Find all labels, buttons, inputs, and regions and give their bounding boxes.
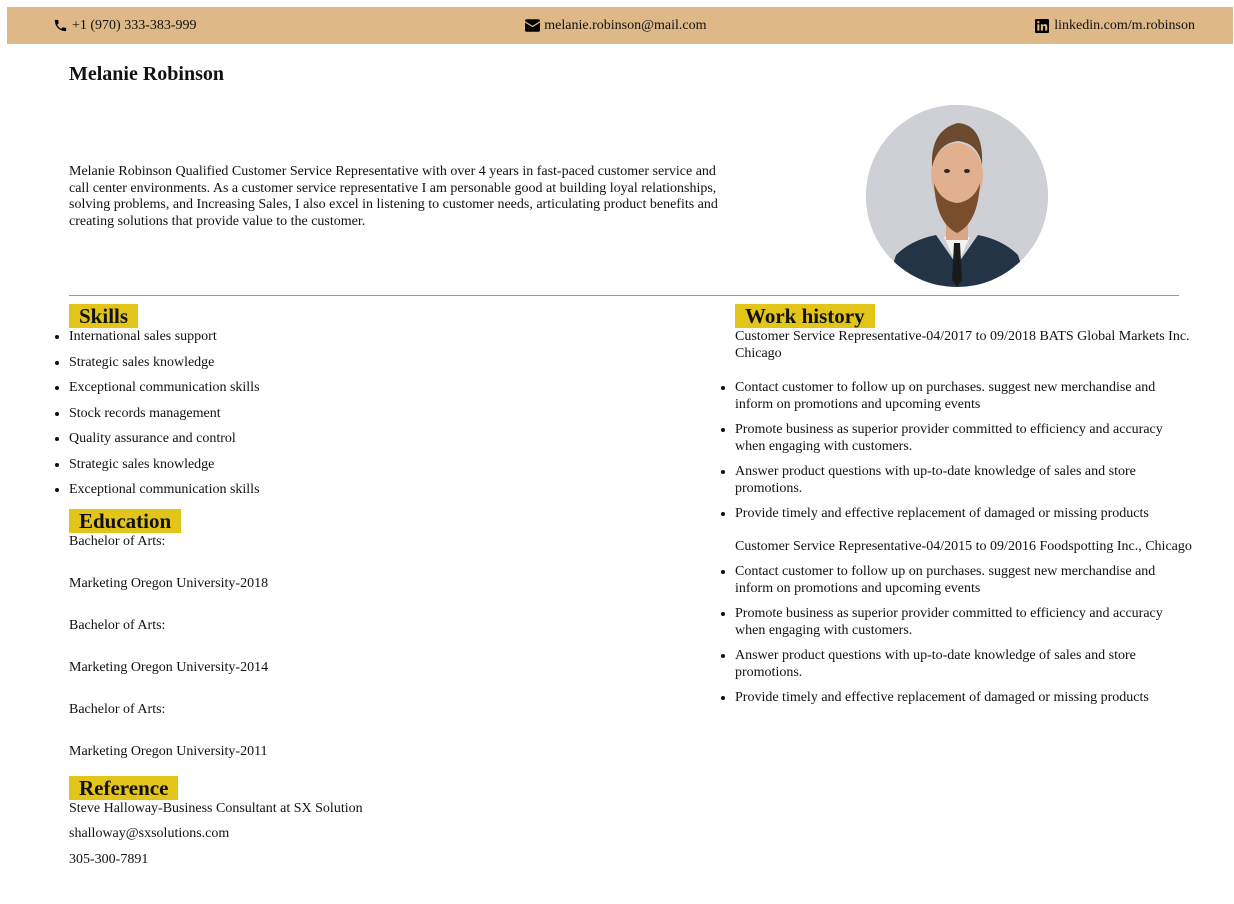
phone-contact[interactable]: +1 (970) 333-383-999 <box>52 18 197 34</box>
job-title: Customer Service Representative-04/2015 … <box>735 539 1192 554</box>
education-heading: Education <box>69 508 182 533</box>
education-list: Bachelor of Arts: Marketing Oregon Unive… <box>69 533 669 760</box>
reference-phone: 305-300-7891 <box>69 851 149 867</box>
skill-item: Exceptional communication skills <box>69 379 669 396</box>
skill-item: Quality assurance and control <box>69 430 669 447</box>
left-column: Skills International sales support Strat… <box>69 304 669 876</box>
job-duty: Provide timely and effective replacement… <box>735 689 1195 706</box>
skill-item: Exceptional communication skills <box>69 481 669 498</box>
linkedin-icon <box>1034 18 1050 34</box>
profile-summary: Melanie Robinson Qualified Customer Serv… <box>69 164 718 229</box>
job-duty: Contact customer to follow up on purchas… <box>735 379 1195 413</box>
reference-block: Steve Halloway-Business Consultant at SX… <box>69 800 669 868</box>
contact-bar: +1 (970) 333-383-999 melanie.robinson@ma… <box>7 7 1233 44</box>
phone-icon <box>52 18 68 34</box>
email-text: melanie.robinson@mail.com <box>544 17 707 33</box>
linkedin-contact[interactable]: linkedin.com/m.robinson <box>1034 18 1195 34</box>
skill-item: Strategic sales knowledge <box>69 456 669 473</box>
education-line: Marketing Oregon University-2014 <box>69 659 269 675</box>
education-line: Bachelor of Arts: <box>69 617 166 633</box>
job-title: Customer Service Representative-04/2017 … <box>735 329 1190 361</box>
phone-text: +1 (970) 333-383-999 <box>72 17 197 33</box>
job-duty: Provide timely and effective replacement… <box>735 505 1195 522</box>
skill-item: International sales support <box>69 328 669 345</box>
reference-name: Steve Halloway-Business Consultant at SX… <box>69 800 363 816</box>
job-duty: Answer product questions with up-to-date… <box>735 463 1195 497</box>
education-line: Bachelor of Arts: <box>69 701 166 717</box>
reference-email[interactable]: shalloway@sxsolutions.com <box>69 825 669 842</box>
job-duties-list: Contact customer to follow up on purchas… <box>735 563 1195 706</box>
linkedin-text: linkedin.com/m.robinson <box>1054 17 1195 33</box>
profile-photo <box>866 105 1048 287</box>
email-contact[interactable]: melanie.robinson@mail.com <box>524 18 706 34</box>
skills-list: International sales support Strategic sa… <box>69 328 669 498</box>
education-line: Marketing Oregon University-2018 <box>69 575 269 591</box>
skills-heading: Skills <box>69 304 139 328</box>
skill-item: Stock records management <box>69 405 669 422</box>
job-duties-list: Contact customer to follow up on purchas… <box>735 379 1195 522</box>
job-duty: Promote business as superior provider co… <box>735 421 1195 455</box>
job-duty: Promote business as superior provider co… <box>735 605 1195 639</box>
job-duty: Answer product questions with up-to-date… <box>735 647 1195 681</box>
right-column: Work history Customer Service Representa… <box>735 304 1195 714</box>
candidate-name: Melanie Robinson <box>69 63 225 85</box>
education-line: Marketing Oregon University-2011 <box>69 743 268 759</box>
section-divider <box>69 295 1179 296</box>
job-duty: Contact customer to follow up on purchas… <box>735 563 1195 597</box>
work-history-heading: Work history <box>735 304 875 328</box>
reference-heading: Reference <box>69 775 179 800</box>
education-line: Bachelor of Arts: <box>69 533 166 549</box>
envelope-icon <box>524 18 540 34</box>
skill-item: Strategic sales knowledge <box>69 354 669 371</box>
